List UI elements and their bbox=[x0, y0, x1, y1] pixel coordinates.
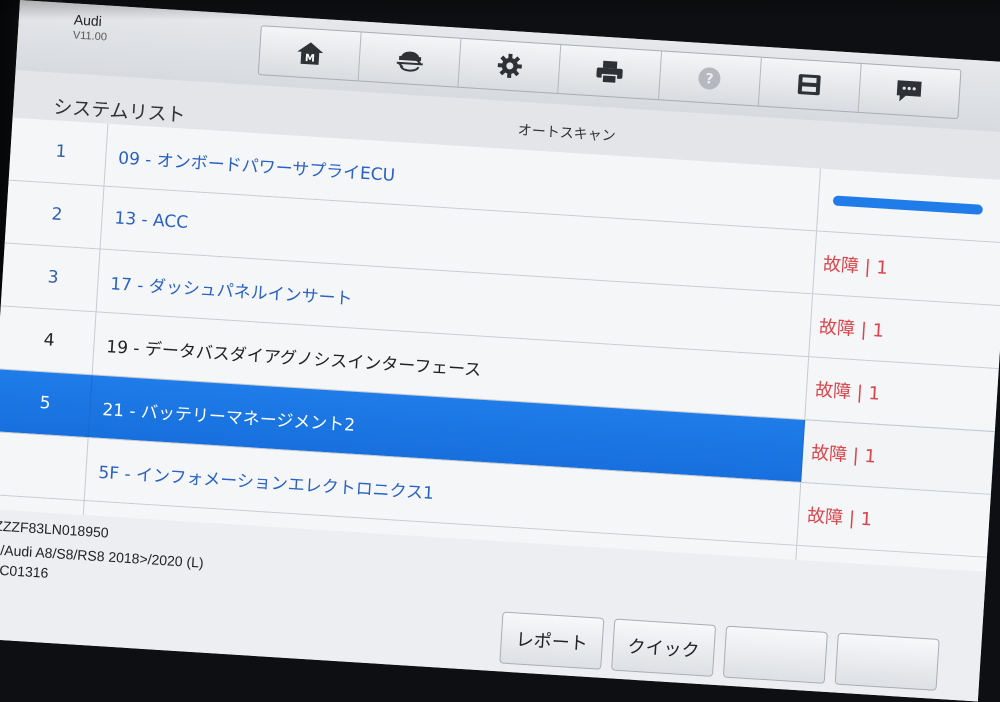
row-number: 4 bbox=[0, 306, 97, 375]
autoscan-label: オートスキャン bbox=[517, 122, 617, 145]
row-number bbox=[0, 432, 89, 501]
fault-status: 故障 | 1 bbox=[806, 505, 873, 531]
scan-progress-bar bbox=[832, 195, 984, 215]
svg-text:?: ? bbox=[705, 71, 714, 87]
fault-status: 故障 | 1 bbox=[814, 379, 881, 405]
fault-status: 故障 | 1 bbox=[818, 316, 885, 342]
row-number: 1 bbox=[8, 117, 109, 186]
footer-button-4[interactable] bbox=[834, 632, 940, 691]
quick-button[interactable]: クイック bbox=[611, 618, 717, 677]
report-button[interactable]: レポート bbox=[499, 611, 605, 670]
diagnostic-screen: Audi V11.00 M ? システムリスト オートスキャン 1 09 - オ… bbox=[0, 0, 1000, 702]
vehicle-swap-icon bbox=[396, 51, 423, 72]
help-button[interactable]: ? bbox=[658, 51, 762, 106]
fault-status: 故障 | 1 bbox=[801, 420, 995, 494]
row-number: 5 bbox=[0, 369, 93, 438]
help-icon: ? bbox=[698, 67, 721, 90]
app-version: V11.00 bbox=[72, 29, 108, 44]
status-cell bbox=[817, 169, 1000, 243]
print-button[interactable] bbox=[558, 45, 662, 100]
home-button[interactable]: M bbox=[258, 26, 362, 81]
printer-icon bbox=[596, 60, 623, 85]
vehicle-vin: AUZZZF83LN018950 bbox=[0, 516, 110, 541]
save-button[interactable] bbox=[758, 57, 862, 112]
save-icon bbox=[798, 74, 821, 96]
fault-status: 故障 | 1 bbox=[822, 253, 889, 280]
row-number: 2 bbox=[4, 180, 105, 249]
gear-icon bbox=[497, 53, 522, 78]
device-serial: GT4C01316 bbox=[0, 560, 49, 581]
svg-text:M: M bbox=[304, 53, 315, 65]
settings-button[interactable] bbox=[458, 38, 562, 94]
app-name: Audi bbox=[73, 11, 103, 30]
row-number: 3 bbox=[0, 243, 101, 312]
home-icon: M bbox=[296, 42, 323, 65]
footer-button-3[interactable] bbox=[722, 625, 828, 684]
vehicle-swap-button[interactable] bbox=[358, 32, 462, 87]
message-icon bbox=[897, 80, 923, 102]
message-button[interactable] bbox=[858, 64, 960, 118]
